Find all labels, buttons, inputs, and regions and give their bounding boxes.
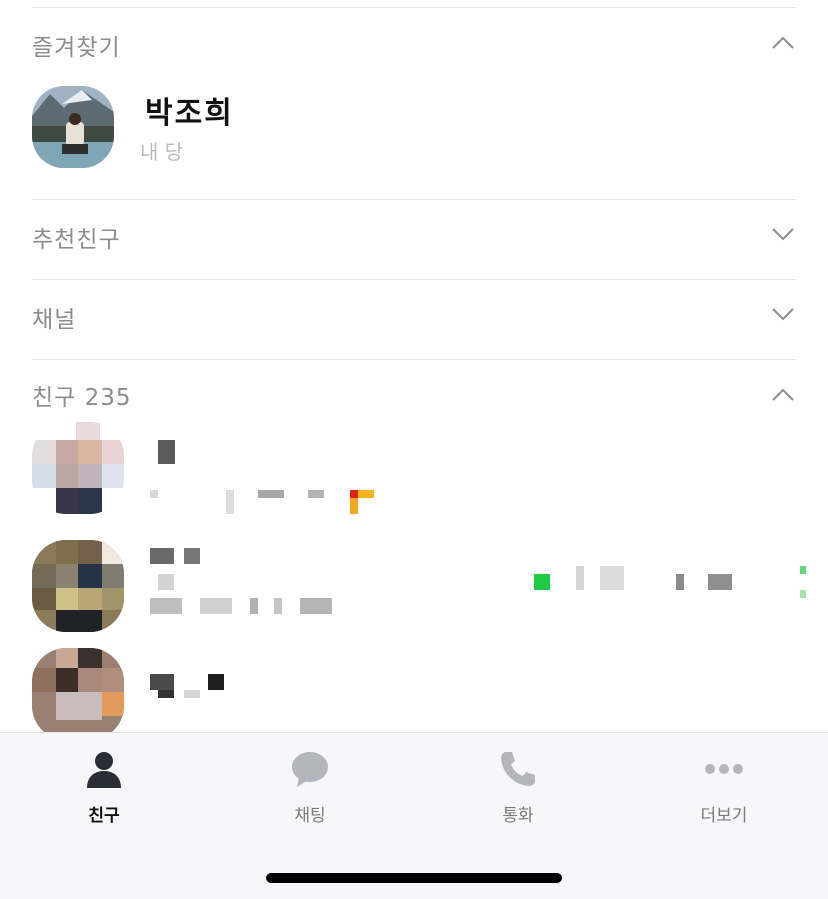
friend-name bbox=[158, 690, 174, 698]
friends-list: 친구 235 bbox=[0, 360, 828, 732]
friend-name bbox=[150, 548, 174, 564]
favorites-section-title: 즐겨찾기 bbox=[32, 35, 121, 61]
tab-label: 친구 bbox=[88, 806, 120, 826]
music-title bbox=[600, 566, 624, 590]
bottom-tab-bar: 친구 채팅 통화 더보기 bbox=[0, 732, 828, 899]
more-dots-icon bbox=[705, 764, 743, 774]
recommended-section-title: 추천친구 bbox=[32, 227, 121, 253]
chevron-up-icon[interactable] bbox=[772, 388, 794, 402]
phone-icon bbox=[501, 752, 535, 786]
friends-section-title: 친구 235 bbox=[32, 385, 132, 411]
friend-name bbox=[184, 548, 200, 564]
favorite-name: 박조희 bbox=[145, 96, 234, 131]
tab-label: 통화 bbox=[502, 806, 534, 826]
chevron-down-icon[interactable] bbox=[772, 307, 794, 321]
friend-avatar[interactable] bbox=[32, 540, 124, 632]
recommended-divider bbox=[32, 279, 796, 280]
favorite-avatar[interactable] bbox=[32, 86, 114, 168]
friend-name bbox=[208, 674, 224, 690]
friend-name bbox=[184, 690, 200, 698]
friend-status-message bbox=[200, 598, 232, 614]
person-icon bbox=[87, 752, 121, 788]
friend-status-emoji bbox=[358, 490, 374, 498]
music-title bbox=[708, 574, 732, 590]
friend-status-message bbox=[150, 490, 158, 498]
friend-status-message bbox=[250, 598, 258, 614]
favorite-status-message: 내 당 bbox=[140, 140, 184, 164]
friend-status-message bbox=[150, 598, 182, 614]
tab-friends[interactable]: 친구 bbox=[44, 749, 164, 826]
friend-name bbox=[158, 440, 175, 464]
music-title bbox=[676, 574, 684, 590]
channel-section-title: 채널 bbox=[32, 307, 77, 333]
friend-name bbox=[150, 674, 174, 690]
friend-status-message bbox=[274, 598, 282, 614]
friend-status-emoji bbox=[350, 498, 358, 514]
chevron-up-icon[interactable] bbox=[772, 36, 794, 50]
music-indicator-icon bbox=[800, 590, 806, 598]
chat-bubble-icon bbox=[292, 752, 328, 787]
tab-calls[interactable]: 통화 bbox=[458, 749, 578, 826]
home-indicator[interactable] bbox=[266, 873, 562, 883]
friend-name bbox=[158, 574, 174, 590]
tab-label: 채팅 bbox=[294, 806, 326, 826]
music-title bbox=[576, 566, 584, 590]
tab-more[interactable]: 더보기 bbox=[664, 749, 784, 826]
friend-avatar[interactable] bbox=[32, 648, 124, 732]
music-indicator-icon[interactable] bbox=[534, 574, 550, 590]
music-indicator-icon bbox=[800, 566, 806, 574]
friend-status-emoji bbox=[350, 490, 358, 498]
friend-status-message bbox=[226, 490, 234, 514]
friend-status-message bbox=[300, 598, 332, 614]
friend-status-message bbox=[258, 490, 284, 498]
top-divider bbox=[32, 7, 796, 8]
friend-avatar[interactable] bbox=[32, 422, 124, 514]
tab-label: 더보기 bbox=[700, 806, 748, 826]
chevron-down-icon[interactable] bbox=[772, 227, 794, 241]
favorites-divider bbox=[32, 199, 796, 200]
tab-chats[interactable]: 채팅 bbox=[250, 749, 370, 826]
friend-status-message bbox=[308, 490, 324, 498]
